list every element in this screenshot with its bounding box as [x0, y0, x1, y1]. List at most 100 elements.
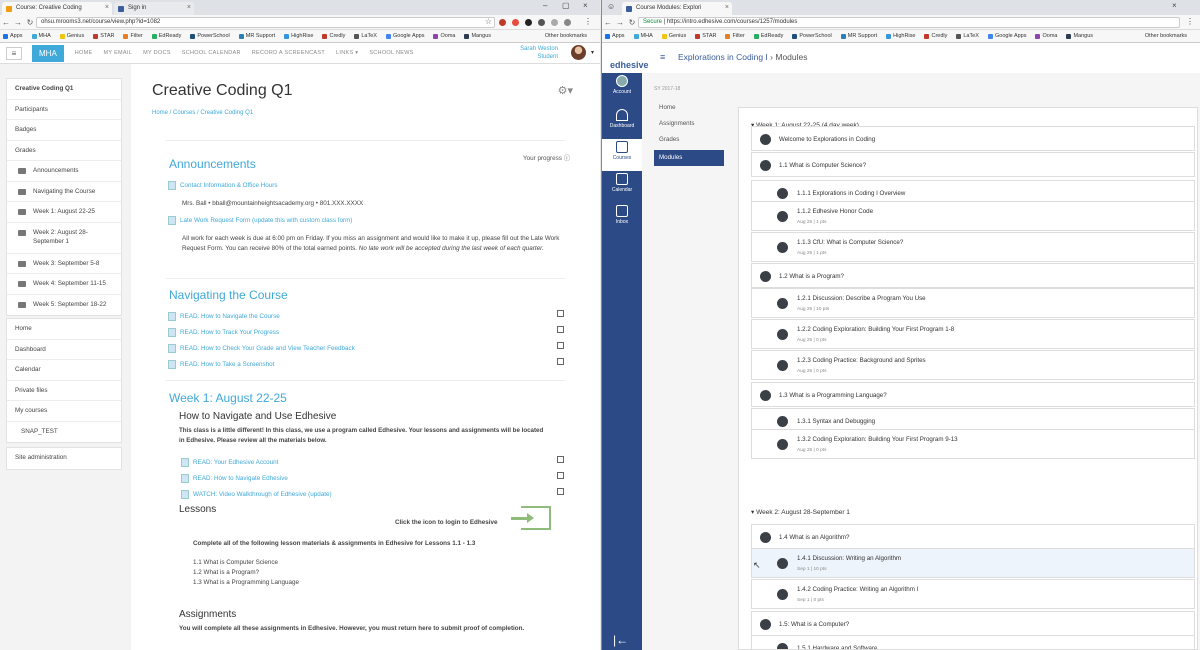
forward-icon[interactable]: → [614, 18, 626, 27]
bookmark-genius[interactable]: Genius [59, 33, 84, 39]
bookmark-star[interactable]: STAR [695, 33, 716, 39]
rail-inbox[interactable]: Inbox [602, 203, 642, 235]
bookmark-powerschool[interactable]: PowerSchool [792, 33, 832, 39]
module-item[interactable]: 1.3 What is a Programming Language? [751, 382, 1195, 407]
module-item[interactable]: Welcome to Explorations in Coding [751, 126, 1195, 151]
bookmark-ooma[interactable]: Ooma [433, 33, 455, 39]
nav-links[interactable]: LINKS ▾ [336, 50, 358, 56]
sidebar-item-dashboard[interactable]: Dashboard [7, 340, 121, 360]
extension-icon[interactable] [538, 19, 545, 26]
link-navigate-course[interactable]: READ: How to Navigate the Course [168, 312, 280, 321]
sidebar-item-course[interactable]: Creative Coding Q1 [7, 79, 121, 100]
module-item[interactable]: 1.4.1 Discussion: Writing an Algorithm Se… [751, 548, 1195, 578]
forward-icon[interactable]: → [12, 18, 24, 27]
minimize-icon[interactable]: – [543, 1, 547, 10]
module-item[interactable]: 1.2 What is a Program? [751, 263, 1195, 288]
module-item[interactable]: 1.2.3 Coding Practice: Background and Sp… [751, 350, 1195, 380]
reload-icon[interactable]: ↻ [626, 18, 638, 27]
tab-creative-coding[interactable]: Course: Creative Coding × [2, 2, 112, 15]
sidebar-item-week5[interactable]: Week 5: September 18-22 [7, 295, 121, 316]
sidebar-item-home[interactable]: Home [7, 319, 121, 340]
bookmark-mha[interactable]: MHA [633, 33, 653, 39]
bookmark-apps[interactable]: Apps [3, 33, 23, 39]
module-item[interactable]: 1.4.2 Coding Practice: Writing an Algori… [751, 579, 1195, 609]
module-item[interactable]: 1.5.1 Hardware and Software [751, 635, 1195, 649]
bookmark-google-apps[interactable]: Google Apps [385, 33, 424, 39]
rail-calendar[interactable]: Calendar [602, 171, 642, 203]
hamburger-icon[interactable]: ≡ [6, 46, 22, 60]
link-track-progress[interactable]: READ: How to Track Your Progress [168, 328, 279, 337]
close-window-icon[interactable]: × [1172, 1, 1177, 10]
module-item[interactable]: 1.1.2 Edhesive Honor Code Aug 25 | 1 pts [751, 201, 1195, 231]
bookmark-latex[interactable]: LaTeX [354, 33, 377, 39]
breadcrumb-home[interactable]: Home [152, 110, 168, 116]
module-item[interactable]: 1.5: What is a Computer? [751, 611, 1195, 636]
completion-checkbox[interactable] [557, 472, 564, 479]
course-nav-modules[interactable]: Modules [654, 150, 724, 166]
hamburger-icon[interactable]: ≡ [660, 52, 665, 62]
collapse-nav-icon[interactable]: |← [613, 633, 628, 647]
bookmark-filter[interactable]: Filter [725, 33, 745, 39]
extension-icon[interactable] [564, 19, 571, 26]
nav-my-docs[interactable]: MY DOCS [143, 50, 171, 56]
back-icon[interactable]: ← [0, 18, 12, 27]
breadcrumb-course[interactable]: Explorations in Coding I [678, 52, 768, 62]
caret-down-icon[interactable]: ▾ [591, 49, 594, 56]
module-item[interactable]: 1.3.2 Coding Exploration: Building Your … [751, 429, 1195, 459]
avatar[interactable] [571, 45, 586, 60]
rail-dashboard[interactable]: Dashboard [602, 107, 642, 139]
maximize-icon[interactable]: ▢ [562, 1, 570, 10]
url-input[interactable]: ohsu.mrooms3.net/course/view.php?id=1082 [36, 17, 495, 28]
bookmark-google-apps[interactable]: Google Apps [987, 33, 1026, 39]
extension-icon[interactable] [512, 19, 519, 26]
link-edhesive-account[interactable]: READ: Your Edhesive Account [181, 458, 278, 467]
close-window-icon[interactable]: × [583, 1, 588, 10]
close-tab-icon[interactable]: × [187, 4, 191, 11]
sidebar-item-site-admin[interactable]: Site administration [7, 448, 121, 469]
course-nav-assignments[interactable]: Assignments [654, 118, 724, 134]
site-brand[interactable]: MHA [32, 44, 64, 62]
link-late-work[interactable]: Late Work Request Form (update this with… [168, 216, 352, 225]
link-screenshot[interactable]: READ: How to Take a Screenshot [168, 360, 274, 369]
bookmark-apps[interactable]: Apps [605, 33, 625, 39]
sidebar-item-week1[interactable]: Week 1: August 22-25 [7, 202, 121, 223]
menu-icon[interactable]: ⋮ [584, 17, 592, 26]
bookmark-powerschool[interactable]: PowerSchool [190, 33, 230, 39]
reload-icon[interactable]: ↻ [24, 18, 36, 27]
link-video-walkthrough[interactable]: WATCH: Video Walkthrough of Edhesive (up… [181, 490, 332, 499]
bookmark-credly[interactable]: Credly [924, 33, 947, 39]
module-item[interactable]: 1.1.3 CfU: What is Computer Science? Aug … [751, 232, 1195, 262]
completion-checkbox[interactable] [557, 326, 564, 333]
bookmark-highrise[interactable]: HighRise [886, 33, 915, 39]
completion-checkbox[interactable] [557, 488, 564, 495]
course-nav-home[interactable]: Home [654, 102, 724, 118]
bookmark-mr-support[interactable]: MR Support [238, 33, 275, 39]
module-item[interactable]: 1.4 What is an Algorithm? [751, 524, 1195, 549]
nav-record-screencast[interactable]: RECORD A SCREENCAST [252, 50, 325, 56]
bookmark-ooma[interactable]: Ooma [1035, 33, 1057, 39]
close-tab-icon[interactable]: × [725, 4, 729, 11]
link-contact-info[interactable]: Contact Information & Office Hours [168, 181, 278, 190]
module-item[interactable]: 1.2.1 Discussion: Describe a Program You… [751, 288, 1195, 318]
bookmark-filter[interactable]: Filter [123, 33, 143, 39]
sidebar-item-grades[interactable]: Grades [7, 141, 121, 161]
edhesive-logo[interactable]: edhesive [610, 60, 649, 70]
tab-course-modules[interactable]: Course Modules: Explori × [622, 2, 732, 15]
extension-icon[interactable] [551, 19, 558, 26]
other-bookmarks[interactable]: Other bookmarks [545, 33, 587, 39]
bookmark-credly[interactable]: Credly [322, 33, 345, 39]
bookmark-mr-support[interactable]: MR Support [840, 33, 877, 39]
rail-courses[interactable]: Courses [602, 139, 642, 171]
breadcrumb-course[interactable]: Creative Coding Q1 [200, 110, 253, 116]
extension-icon[interactable] [499, 19, 506, 26]
nav-home[interactable]: HOME [75, 50, 93, 56]
bookmark-edready[interactable]: EdReady [151, 33, 181, 39]
sidebar-item-participants[interactable]: Participants [7, 100, 121, 120]
sidebar-item-private-files[interactable]: Private files [7, 381, 121, 401]
link-navigate-edhesive[interactable]: READ: How to Navigate Edhesive [181, 474, 288, 483]
bookmark-edready[interactable]: EdReady [753, 33, 783, 39]
rail-account[interactable]: Account [602, 73, 642, 107]
menu-icon[interactable]: ⋮ [1186, 17, 1194, 26]
close-tab-icon[interactable]: × [105, 4, 109, 11]
link-check-grade[interactable]: READ: How to Check Your Grade and View T… [168, 344, 355, 353]
